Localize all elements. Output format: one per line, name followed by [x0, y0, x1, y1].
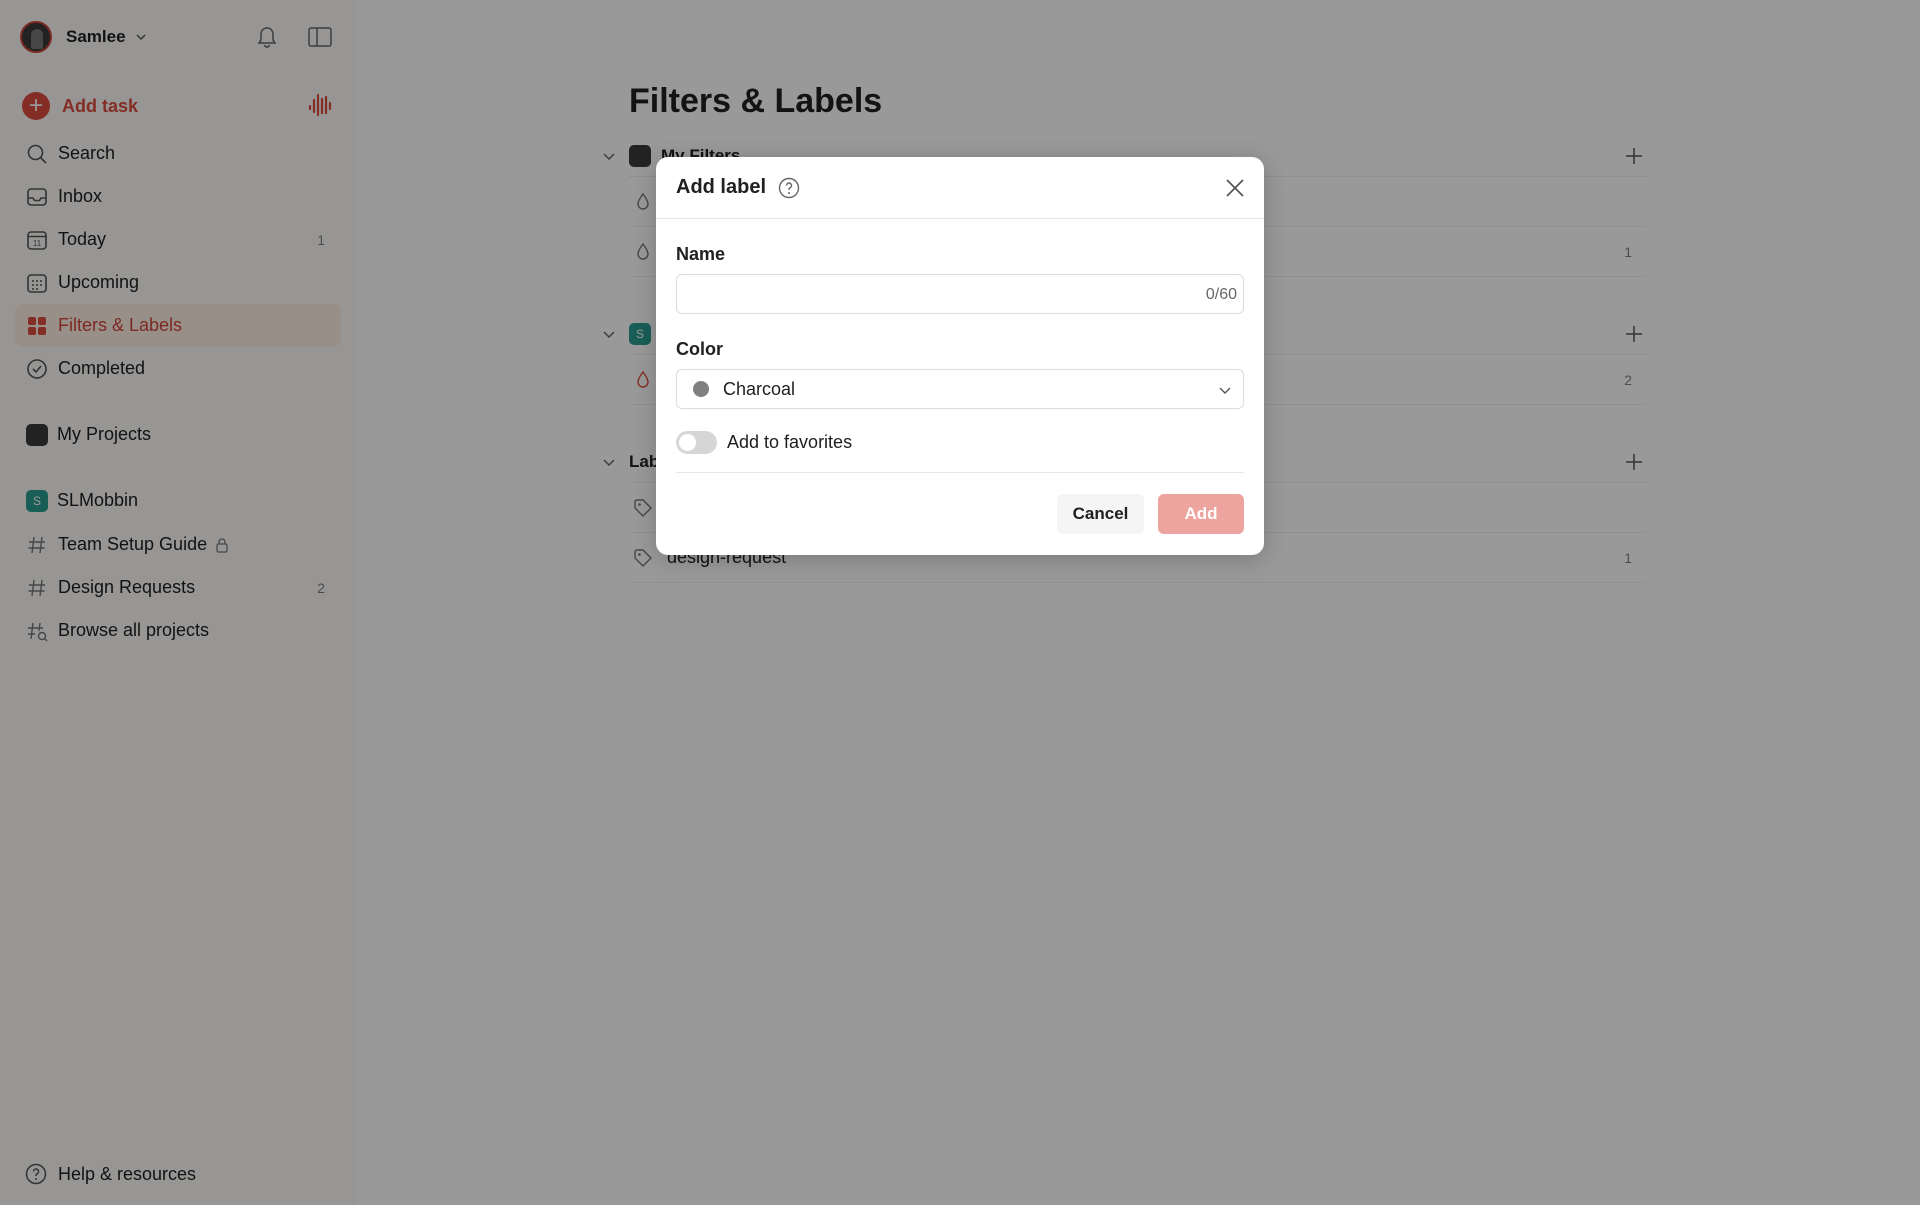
- color-select-value: Charcoal: [723, 378, 796, 399]
- chevron-down-icon: [1219, 387, 1231, 394]
- name-input[interactable]: [677, 275, 1243, 313]
- favorites-toggle[interactable]: [676, 430, 717, 454]
- char-count: 0/60: [1205, 286, 1237, 303]
- cancel-button[interactable]: Cancel: [1057, 494, 1144, 534]
- color-select[interactable]: Charcoal: [676, 369, 1244, 409]
- name-label: Name: [676, 244, 726, 264]
- help-circle-icon[interactable]: [777, 176, 801, 200]
- color-label: Color: [676, 339, 723, 359]
- dialog-header: Add label: [656, 157, 1264, 219]
- favorites-label: Add to favorites: [727, 431, 853, 452]
- favorites-row: Add to favorites: [676, 428, 852, 456]
- close-icon[interactable]: [1221, 174, 1249, 202]
- dialog-title: Add label: [676, 176, 767, 198]
- name-field-wrapper: 0/60: [676, 274, 1244, 314]
- divider: [676, 472, 1244, 473]
- add-button[interactable]: Add: [1158, 494, 1244, 534]
- color-swatch: [693, 381, 709, 397]
- add-label-dialog: Add label Name 0/60 Color Charcoal Add t…: [656, 157, 1264, 555]
